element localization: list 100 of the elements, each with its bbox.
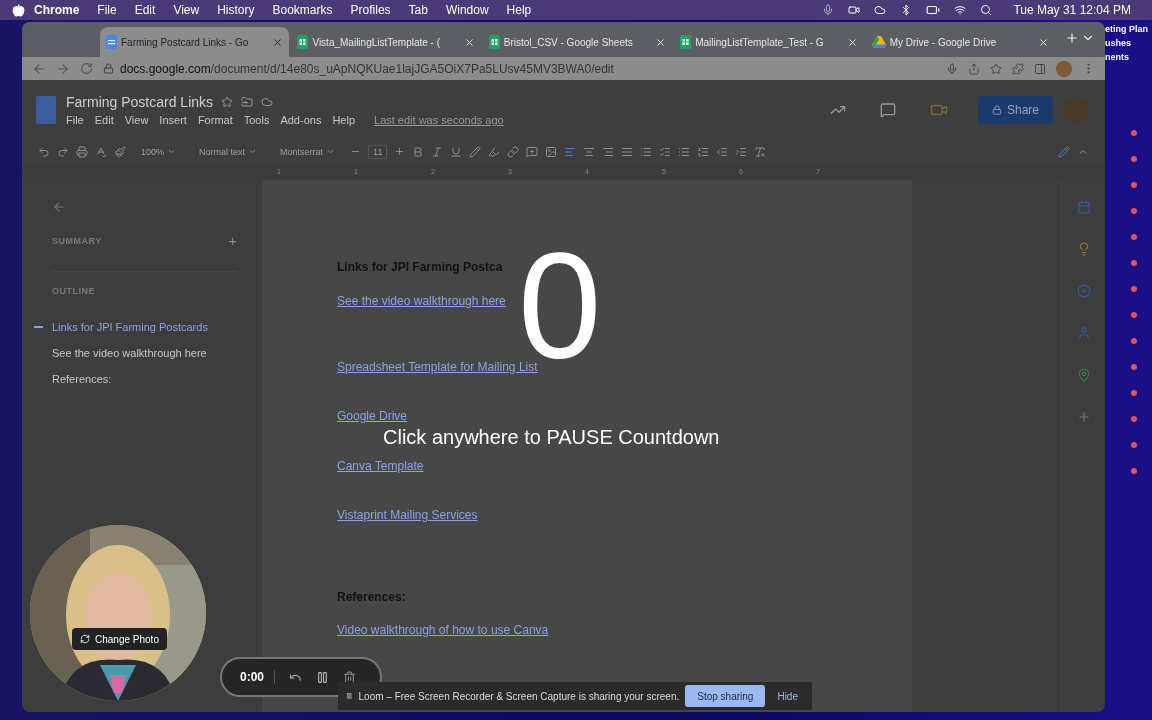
app-menu[interactable]: Chrome bbox=[25, 3, 89, 17]
cloud-icon[interactable] bbox=[261, 96, 274, 108]
menu-item[interactable]: Help bbox=[332, 114, 355, 126]
check-circle-icon[interactable] bbox=[1076, 284, 1091, 298]
highlighter-icon[interactable] bbox=[488, 145, 501, 158]
star-icon[interactable] bbox=[990, 62, 1002, 75]
pause-icon[interactable] bbox=[316, 670, 330, 684]
undo-icon[interactable] bbox=[38, 145, 50, 158]
close-icon[interactable] bbox=[655, 36, 667, 48]
cloud-icon[interactable] bbox=[874, 4, 887, 16]
bullet-list-icon[interactable] bbox=[678, 145, 691, 158]
font-dropdown[interactable]: Montserrat bbox=[272, 146, 344, 157]
menu-item[interactable]: File bbox=[66, 114, 84, 126]
menu-item[interactable]: Profiles bbox=[341, 3, 400, 17]
italic-icon[interactable] bbox=[431, 145, 444, 158]
stop-sharing-button[interactable]: Stop sharing bbox=[685, 685, 766, 707]
underline-icon[interactable] bbox=[450, 145, 463, 158]
menu-item[interactable]: View bbox=[164, 3, 209, 17]
countdown-number[interactable]: 0 bbox=[518, 250, 602, 363]
reload-icon[interactable] bbox=[80, 62, 93, 75]
close-icon[interactable] bbox=[1038, 36, 1050, 48]
spellcheck-icon[interactable] bbox=[95, 145, 107, 158]
forward-icon[interactable] bbox=[56, 61, 70, 76]
outline-item[interactable]: See the video walkthrough here bbox=[52, 347, 207, 359]
desktop-file-label[interactable]: nents bbox=[1105, 52, 1152, 62]
menu-item[interactable]: Bookmarks bbox=[263, 3, 342, 17]
zoom-dropdown[interactable]: 100% bbox=[133, 146, 185, 157]
menu-item[interactable]: Format bbox=[197, 114, 233, 126]
menu-item[interactable]: Edit bbox=[94, 114, 114, 126]
add-comment-icon[interactable] bbox=[526, 145, 539, 158]
menu-item[interactable]: File bbox=[88, 3, 126, 17]
desktop-file-label[interactable]: ushes bbox=[1105, 38, 1152, 48]
menu-item[interactable]: Window bbox=[436, 3, 498, 17]
browser-tab[interactable]: My Drive - Google Drive bbox=[865, 27, 1056, 57]
change-photo-button[interactable]: Change Photo bbox=[72, 628, 167, 650]
menu-item[interactable]: Tools bbox=[243, 114, 270, 126]
document-link[interactable]: Google Drive bbox=[337, 409, 408, 423]
share-button[interactable]: Share bbox=[977, 96, 1053, 124]
close-icon[interactable] bbox=[272, 36, 284, 48]
document-link[interactable]: Vistaprint Mailing Services bbox=[337, 508, 478, 522]
document-link[interactable]: See the video walkthrough here bbox=[337, 294, 506, 308]
close-icon[interactable] bbox=[463, 36, 475, 48]
justify-icon[interactable] bbox=[621, 145, 634, 158]
search-icon[interactable] bbox=[980, 4, 993, 16]
outline-item[interactable]: Links for JPI Farming Postcards bbox=[52, 321, 208, 333]
back-icon[interactable] bbox=[52, 200, 66, 214]
menu-item[interactable]: Add-ons bbox=[280, 114, 322, 126]
menu-item[interactable]: Help bbox=[497, 3, 541, 17]
wifi-icon[interactable] bbox=[954, 4, 967, 16]
browser-tab[interactable]: Farming Postcard Links - Go bbox=[100, 27, 290, 57]
clear-format-icon[interactable] bbox=[754, 145, 767, 158]
star-icon[interactable] bbox=[221, 96, 234, 108]
back-icon[interactable] bbox=[32, 61, 46, 76]
last-edit-link[interactable]: Last edit was seconds ago bbox=[374, 114, 504, 126]
share-icon[interactable] bbox=[968, 62, 980, 75]
document-link[interactable]: Video walkthrough of how to use Canva bbox=[337, 623, 549, 637]
document-link[interactable]: Canva Template bbox=[337, 459, 424, 473]
folder-icon[interactable] bbox=[241, 96, 254, 108]
close-icon[interactable] bbox=[846, 36, 858, 48]
paint-format-icon[interactable] bbox=[114, 145, 126, 158]
document-title[interactable]: Farming Postcard Links bbox=[66, 94, 214, 110]
hide-button[interactable]: Hide bbox=[771, 689, 804, 703]
checklist-icon[interactable] bbox=[659, 145, 672, 158]
desktop-file-label[interactable]: eting Plan bbox=[1105, 24, 1152, 34]
align-right-icon[interactable] bbox=[602, 145, 615, 158]
redo-icon[interactable] bbox=[57, 145, 69, 158]
menu-item[interactable]: View bbox=[124, 114, 149, 126]
menu-item[interactable]: Tab bbox=[399, 3, 437, 17]
bold-icon[interactable] bbox=[412, 145, 425, 158]
profile-avatar[interactable] bbox=[1056, 60, 1072, 77]
indent-icon[interactable] bbox=[735, 145, 748, 158]
camera-icon[interactable] bbox=[848, 4, 861, 16]
outdent-icon[interactable] bbox=[716, 145, 729, 158]
document-link[interactable]: Spreadsheet Template for Mailing List bbox=[337, 360, 538, 374]
browser-tab[interactable]: Vista_MailingListTemplate - ( bbox=[291, 27, 481, 57]
link-icon[interactable] bbox=[507, 145, 520, 158]
microphone-icon[interactable] bbox=[822, 4, 835, 16]
image-icon[interactable] bbox=[545, 145, 558, 158]
numbered-list-icon[interactable] bbox=[697, 145, 710, 158]
edit-mode-icon[interactable] bbox=[1058, 145, 1070, 158]
menu-item[interactable]: History bbox=[208, 3, 264, 17]
side-panel-icon[interactable] bbox=[1034, 62, 1046, 75]
menubar-clock[interactable]: Tue May 31 12:04 PM bbox=[1004, 3, 1140, 17]
menu-item[interactable]: Insert bbox=[159, 114, 187, 126]
browser-tab[interactable]: MailingListTemplate_Test - G bbox=[674, 27, 864, 57]
align-left-icon[interactable] bbox=[564, 145, 577, 158]
battery-icon[interactable] bbox=[926, 3, 941, 17]
trash-icon[interactable] bbox=[343, 670, 357, 684]
comment-icon[interactable] bbox=[879, 102, 896, 118]
apple-icon[interactable] bbox=[12, 3, 25, 17]
plus-icon[interactable] bbox=[394, 146, 406, 157]
microphone-icon[interactable] bbox=[946, 62, 958, 75]
print-icon[interactable] bbox=[76, 145, 88, 158]
style-dropdown[interactable]: Normal text bbox=[191, 146, 266, 157]
menu-item[interactable]: Edit bbox=[125, 3, 165, 17]
map-pin-icon[interactable] bbox=[1076, 368, 1091, 382]
puzzle-icon[interactable] bbox=[1012, 62, 1024, 75]
browser-tab[interactable]: Bristol_CSV - Google Sheets bbox=[482, 27, 673, 57]
countdown-message[interactable]: Click anywhere to PAUSE Countdown bbox=[383, 426, 720, 449]
outline-item[interactable]: References: bbox=[52, 373, 112, 385]
